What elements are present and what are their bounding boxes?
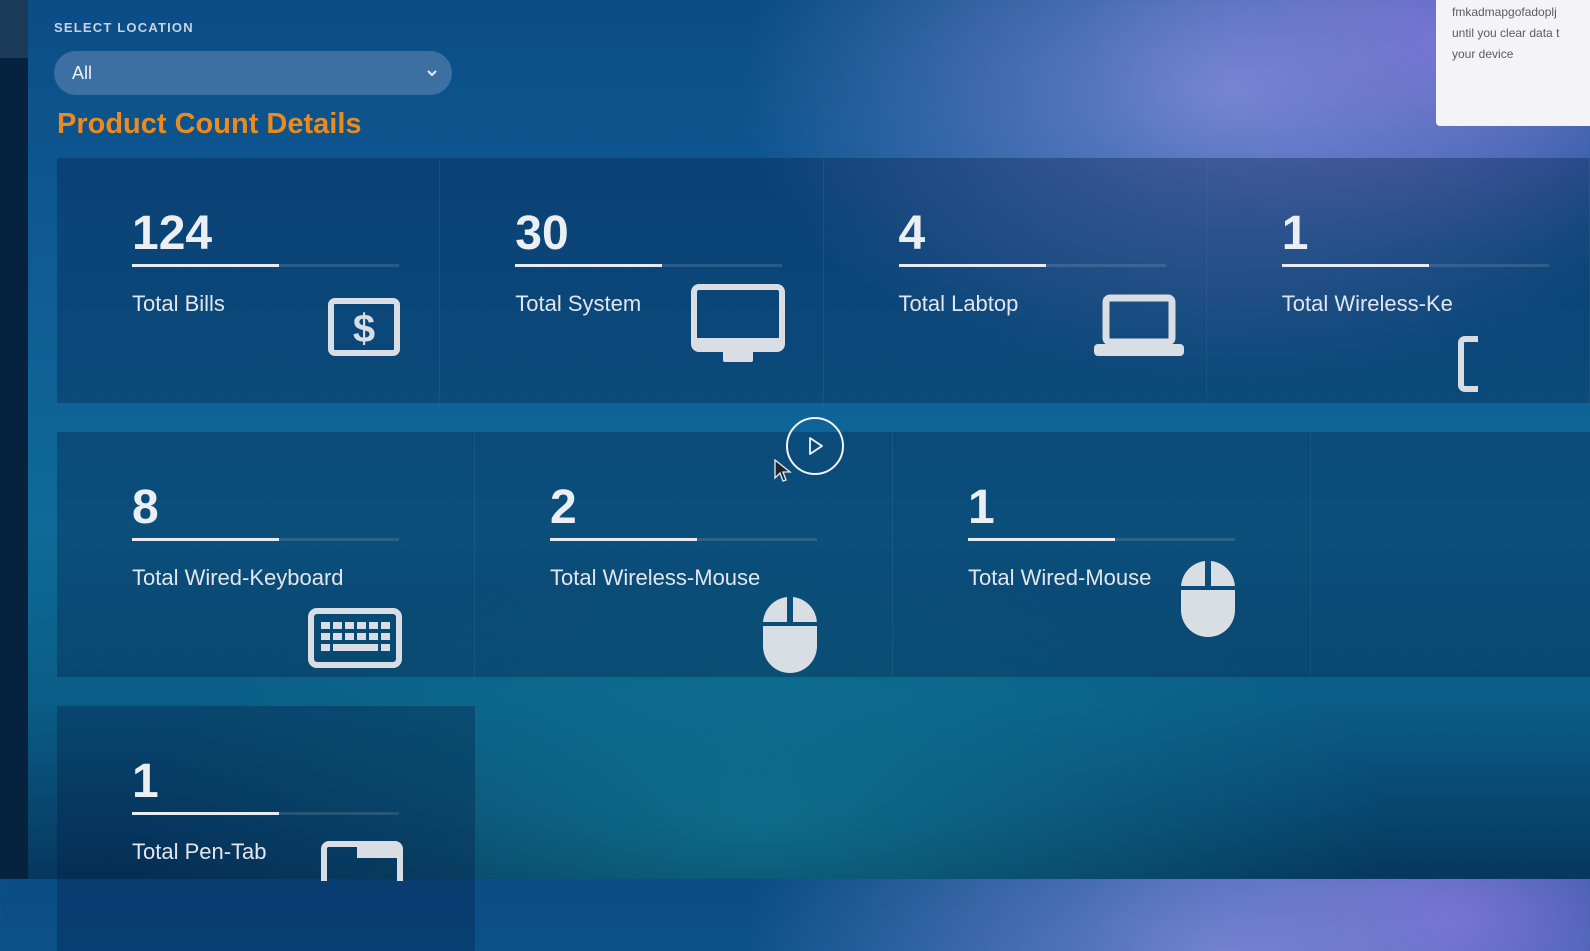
page-title: Product Count Details — [57, 108, 362, 140]
play-icon — [809, 437, 823, 455]
divider-highlight — [132, 538, 279, 541]
card-label: Total Pen-Tab — [132, 839, 267, 864]
divider-highlight — [550, 538, 697, 541]
card-label: Total System — [515, 291, 642, 316]
card-label: Total Bills — [132, 291, 225, 316]
divider-highlight — [968, 538, 1115, 541]
card-label: Total Wired-Mouse — [968, 565, 1152, 590]
notification-line: until you clear data t — [1452, 26, 1560, 40]
card-count: 4 — [898, 207, 926, 260]
notification-line: fmkadmapgofadoplj — [1452, 5, 1557, 19]
card-total-pen-tab[interactable]: 1 Total Pen-Tab — [57, 706, 475, 951]
card-total-wired-mouse[interactable]: 1 Total Wired-Mouse — [893, 432, 1311, 677]
notification-line: your device — [1452, 47, 1514, 61]
cursor-icon — [774, 459, 792, 482]
card-total-bills[interactable]: 124 Total Bills $ — [57, 158, 441, 403]
card-count: 124 — [132, 207, 213, 260]
card-row: 1 Total Pen-Tab — [57, 706, 475, 951]
divider-highlight — [132, 812, 279, 815]
mouse-icon — [763, 597, 817, 673]
divider-highlight — [515, 264, 663, 267]
play-button[interactable] — [786, 417, 844, 475]
card-total-wired-keyboard[interactable]: 8 Total Wired-Keyboard — [57, 432, 475, 677]
location-select[interactable]: All — [54, 51, 452, 95]
card-row: 124 Total Bills $ 30 Total System 4 Tota… — [57, 158, 1590, 403]
mouse-icon — [1181, 561, 1235, 637]
card-label: Total Wireless-Mouse — [550, 565, 761, 590]
card-total-labtop[interactable]: 4 Total Labtop — [824, 158, 1207, 403]
card-count: 8 — [132, 481, 159, 534]
divider-highlight — [1281, 264, 1429, 267]
notification-popup[interactable]: fmkadmapgofadoplj until you clear data t… — [1436, 0, 1590, 126]
divider-highlight — [132, 264, 279, 267]
keyboard-icon — [308, 608, 402, 668]
divider-highlight — [898, 264, 1046, 267]
tablet-icon — [321, 841, 403, 881]
select-location-label: SELECT LOCATION — [54, 20, 194, 35]
keyboard-icon — [1457, 336, 1478, 392]
dollar-bill-icon: $ — [328, 298, 400, 356]
laptop-icon — [1093, 294, 1184, 356]
card-count: 30 — [515, 207, 569, 260]
card-count: 2 — [550, 481, 577, 534]
left-sidebar-strip — [0, 0, 28, 879]
card-total-wireless-keyboard[interactable]: 1 Total Wireless-Ke — [1207, 158, 1590, 403]
card-count: 1 — [132, 755, 159, 808]
svg-text:$: $ — [353, 307, 375, 351]
card-label: Total Labtop — [898, 291, 1019, 316]
location-select-value: All — [72, 62, 93, 83]
desktop-monitor-icon — [691, 284, 786, 362]
card-count: 1 — [1281, 207, 1309, 260]
card-label: Total Wireless-Ke — [1281, 291, 1453, 316]
chevron-down-icon — [427, 70, 437, 77]
sidebar-toggle[interactable] — [0, 0, 28, 58]
card-total-system[interactable]: 30 Total System — [440, 158, 824, 403]
card-label: Total Wired-Keyboard — [132, 565, 344, 590]
card-count: 1 — [968, 481, 995, 534]
